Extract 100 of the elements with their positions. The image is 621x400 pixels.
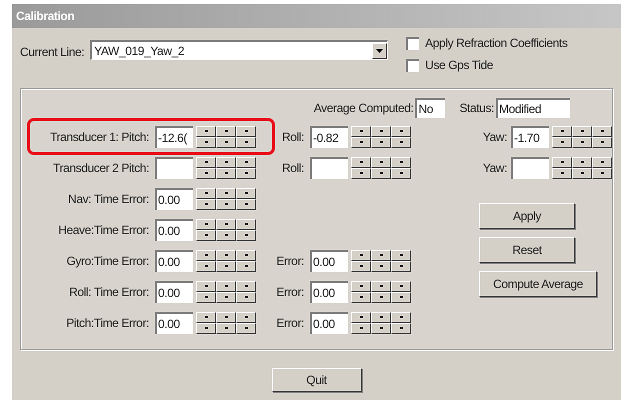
number-field[interactable]: 0.00 (310, 280, 348, 302)
spin-down-button[interactable] (371, 292, 391, 302)
spin-up-button[interactable] (216, 312, 236, 322)
spin-up-button[interactable] (371, 312, 391, 322)
spin-up-button[interactable] (572, 126, 592, 136)
spin-down-button[interactable] (391, 136, 411, 148)
spin-down-button[interactable] (351, 292, 371, 302)
spin-down-button[interactable] (371, 260, 391, 272)
spin-down-button[interactable] (371, 136, 391, 148)
spin-down-button[interactable] (391, 168, 411, 178)
spin-up-button[interactable] (552, 126, 572, 136)
spin-down-button[interactable] (572, 168, 592, 178)
current-line-dropdown[interactable]: YAW_019_Yaw_2 (90, 40, 388, 60)
number-field[interactable]: 0.00 (155, 188, 193, 210)
quit-button[interactable]: Quit (272, 368, 362, 392)
spin-up-button[interactable] (216, 218, 236, 230)
spin-up-button[interactable] (236, 218, 256, 230)
spin-up-button[interactable] (196, 280, 216, 292)
spin-down-button[interactable] (351, 136, 371, 148)
number-field[interactable]: 0.00 (155, 312, 193, 334)
text-field[interactable]: No (415, 98, 446, 118)
spin-down-button[interactable] (552, 168, 572, 178)
spin-down-button[interactable] (552, 136, 572, 148)
number-field[interactable]: 0.00 (155, 280, 193, 302)
spin-down-button[interactable] (216, 260, 236, 272)
reset-button[interactable]: Reset (479, 237, 575, 263)
spin-down-button[interactable] (391, 322, 411, 334)
number-field[interactable] (511, 156, 549, 178)
spin-up-button[interactable] (351, 156, 371, 168)
number-field[interactable]: 0.00 (310, 312, 348, 334)
spin-down-button[interactable] (216, 292, 236, 302)
spin-up-button[interactable] (216, 156, 236, 168)
spin-up-button[interactable] (216, 280, 236, 292)
spin-down-button[interactable] (371, 322, 391, 334)
spin-up-button[interactable] (572, 156, 592, 168)
spin-up-button[interactable] (391, 250, 411, 260)
spin-down-button[interactable] (351, 322, 371, 334)
spin-up-button[interactable] (552, 156, 572, 168)
spin-down-button[interactable] (371, 168, 391, 178)
number-field[interactable] (310, 156, 348, 178)
spin-up-button[interactable] (196, 218, 216, 230)
spin-down-button[interactable] (592, 136, 612, 148)
compute-average-button[interactable]: Compute Average (479, 271, 597, 297)
number-field[interactable]: 0.00 (155, 250, 193, 272)
spin-up-button[interactable] (196, 250, 216, 260)
spin-up-button[interactable] (236, 250, 256, 260)
spin-down-button[interactable] (236, 292, 256, 302)
spin-down-button[interactable] (572, 136, 592, 148)
spin-down-button[interactable] (196, 230, 216, 240)
spin-down-button[interactable] (391, 292, 411, 302)
spin-up-button[interactable] (351, 250, 371, 260)
spin-up-button[interactable] (216, 250, 236, 260)
spin-down-button[interactable] (196, 322, 216, 334)
spin-up-button[interactable] (236, 312, 256, 322)
spin-up-button[interactable] (371, 280, 391, 292)
spin-down-button[interactable] (196, 292, 216, 302)
spin-down-button[interactable] (236, 322, 256, 334)
spin-up-button[interactable] (391, 126, 411, 136)
spin-up-button[interactable] (371, 126, 391, 136)
spin-up-button[interactable] (196, 126, 216, 136)
spin-down-button[interactable] (216, 322, 236, 334)
spin-up-button[interactable] (371, 156, 391, 168)
spin-down-button[interactable] (196, 136, 216, 148)
spin-up-button[interactable] (351, 312, 371, 322)
spin-up-button[interactable] (236, 126, 256, 136)
number-field[interactable]: 0.00 (310, 250, 348, 272)
spin-up-button[interactable] (592, 126, 612, 136)
spin-down-button[interactable] (216, 230, 236, 240)
number-field[interactable]: -1.70 (511, 126, 549, 148)
spin-up-button[interactable] (371, 250, 391, 260)
spin-down-button[interactable] (216, 198, 236, 210)
spin-up-button[interactable] (216, 126, 236, 136)
number-field[interactable]: -0.82 (310, 126, 348, 148)
spin-down-button[interactable] (236, 230, 256, 240)
spin-down-button[interactable] (592, 168, 612, 178)
number-field[interactable] (155, 156, 193, 178)
checkbox[interactable] (406, 36, 420, 50)
spin-down-button[interactable] (236, 198, 256, 210)
spin-down-button[interactable] (351, 260, 371, 272)
text-field[interactable]: Modified (496, 98, 570, 118)
apply-button[interactable]: Apply (479, 203, 575, 229)
spin-up-button[interactable] (216, 188, 236, 198)
spin-up-button[interactable] (592, 156, 612, 168)
spin-down-button[interactable] (196, 168, 216, 178)
spin-up-button[interactable] (236, 156, 256, 168)
spin-up-button[interactable] (196, 312, 216, 322)
spin-up-button[interactable] (351, 126, 371, 136)
spin-up-button[interactable] (391, 312, 411, 322)
spin-down-button[interactable] (216, 136, 236, 148)
spin-up-button[interactable] (351, 280, 371, 292)
spin-up-button[interactable] (391, 156, 411, 168)
spin-down-button[interactable] (236, 136, 256, 148)
spin-down-button[interactable] (236, 168, 256, 178)
spin-down-button[interactable] (196, 260, 216, 272)
spin-up-button[interactable] (391, 280, 411, 292)
checkbox[interactable] (406, 58, 420, 72)
spin-up-button[interactable] (236, 280, 256, 292)
number-field[interactable]: -12.6( (155, 126, 193, 148)
number-field[interactable]: 0.00 (155, 218, 193, 240)
spin-down-button[interactable] (216, 168, 236, 178)
